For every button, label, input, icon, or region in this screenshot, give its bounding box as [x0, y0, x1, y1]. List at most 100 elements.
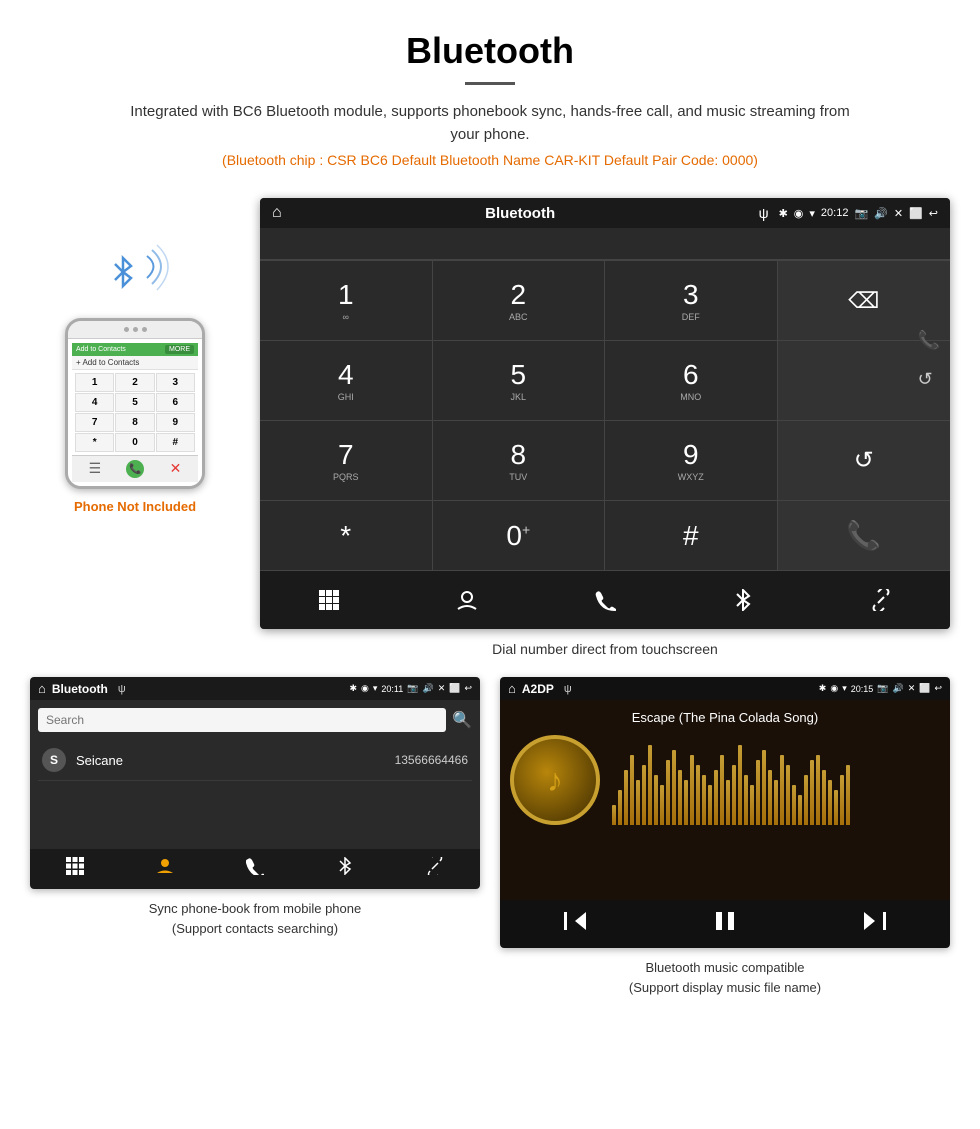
pb-screen-body: 🔍 S Seicane 13566664466 📞 ↺	[30, 700, 480, 849]
phone-bottom-bar: ☰ 📞 ✕	[72, 455, 198, 482]
music-note-icon: ♪	[547, 762, 563, 799]
pb-back-icon: ↩	[464, 683, 472, 694]
music-x-icon: ✕	[908, 683, 916, 694]
dial-grid: 1 ∞ 2 ABC 3 DEF ⌫ 4 GHI	[260, 260, 950, 571]
pb-bt-btn[interactable]	[336, 857, 354, 881]
phonebook-screen-wrapper: ⌂ Bluetooth ψ ✱ ◉ ▾ 20:11 📷 🔊 ✕ ⬜ ↩	[30, 677, 480, 997]
dial-key-call-red[interactable]: 📞	[778, 501, 951, 571]
phone-not-included-label: Phone Not Included	[74, 499, 196, 514]
dial-key-4[interactable]: 4 GHI	[260, 341, 433, 421]
page-header: Bluetooth Integrated with BC6 Bluetooth …	[0, 0, 980, 198]
phone-dialpad: 123 456 789 *0#	[72, 370, 198, 455]
pb-phone-btn[interactable]	[246, 857, 264, 881]
dial-key-refresh[interactable]: ↺	[778, 421, 951, 501]
dial-key-6[interactable]: 6 MNO	[605, 341, 778, 421]
phonebook-screen: ⌂ Bluetooth ψ ✱ ◉ ▾ 20:11 📷 🔊 ✕ ⬜ ↩	[30, 677, 480, 889]
dial-key-backspace[interactable]: ⌫	[778, 261, 951, 341]
dial-caption: Dial number direct from touchscreen	[260, 629, 950, 677]
pb-bottom-bar	[30, 849, 480, 889]
dial-link-button[interactable]	[812, 581, 950, 619]
back-icon: ↩	[929, 207, 938, 220]
dial-time: 20:12	[821, 207, 849, 219]
bluetooth-signal-illustration	[95, 238, 175, 308]
music-status-right: ✱ ◉ ▾ 20:15 📷 🔊 ✕ ⬜ ↩	[819, 683, 942, 694]
refresh-icon: ↺	[854, 446, 874, 475]
wifi-icon: ▾	[809, 207, 815, 220]
window-icon: ⬜	[909, 207, 923, 220]
pb-home-icon: ⌂	[38, 681, 46, 696]
music-play-pause-btn[interactable]	[714, 910, 736, 938]
end-call-icon: 📞	[846, 519, 881, 552]
pb-contacts-btn[interactable]	[156, 857, 174, 881]
music-back-icon: ↩	[934, 683, 942, 694]
dial-status-bar: ⌂ Bluetooth ψ ✱ ◉ ▾ 20:12 📷 🔊 ✕ ⬜ ↩	[260, 198, 950, 228]
dial-bluetooth-button[interactable]	[674, 581, 812, 619]
close-icon: ✕	[894, 207, 903, 220]
camera-icon: 📷	[854, 207, 868, 220]
dial-grid-button[interactable]	[260, 581, 398, 619]
pb-contact-phone: 13566664466	[395, 753, 468, 767]
dial-key-5[interactable]: 5 JKL	[433, 341, 606, 421]
music-body: Escape (The Pina Colada Song) ♪	[500, 700, 950, 900]
pb-vol-icon: 🔊	[422, 683, 433, 694]
music-time: 20:15	[851, 684, 874, 694]
pb-search-row: 🔍	[38, 708, 472, 732]
dial-key-1[interactable]: 1 ∞	[260, 261, 433, 341]
pb-bt-icon: ✱	[349, 683, 357, 694]
music-album-art: ♪	[510, 735, 600, 825]
music-caption: Bluetooth music compatible (Support disp…	[625, 948, 825, 997]
pb-grid-btn[interactable]	[66, 857, 84, 881]
pb-cam-icon: 📷	[407, 683, 418, 694]
music-screen-title: A2DP	[522, 682, 554, 696]
dial-key-star[interactable]: *	[260, 501, 433, 571]
pb-screen-title: Bluetooth	[52, 682, 108, 696]
pb-wifi-icon: ▾	[373, 683, 378, 694]
dial-contacts-button[interactable]	[398, 581, 536, 619]
music-bt-icon: ✱	[819, 683, 827, 694]
dial-number-display	[260, 228, 950, 260]
pb-spacer	[38, 781, 472, 841]
dial-phone-button[interactable]	[536, 581, 674, 619]
header-description: Integrated with BC6 Bluetooth module, su…	[130, 101, 850, 146]
pb-search-input[interactable]	[38, 708, 446, 732]
pb-link-btn[interactable]	[426, 857, 444, 881]
dial-key-3[interactable]: 3 DEF	[605, 261, 778, 341]
music-prev-btn[interactable]	[564, 910, 586, 938]
dial-key-9[interactable]: 9 WXYZ	[605, 421, 778, 501]
music-next-btn[interactable]	[864, 910, 886, 938]
dial-key-8[interactable]: 8 TUV	[433, 421, 606, 501]
dial-key-7[interactable]: 7 PQRS	[260, 421, 433, 501]
pb-caption: Sync phone-book from mobile phone (Suppo…	[145, 889, 365, 938]
music-cam-icon: 📷	[877, 683, 888, 694]
music-screen-wrapper: ⌂ A2DP ψ ✱ ◉ ▾ 20:15 📷 🔊 ✕ ⬜ ↩ Escape (T…	[500, 677, 950, 997]
location-icon: ◉	[794, 207, 804, 220]
music-visualizer	[612, 735, 940, 825]
dial-key-2[interactable]: 2 ABC	[433, 261, 606, 341]
home-icon: ⌂	[272, 204, 282, 222]
phone-top-bar	[68, 321, 202, 339]
pb-win-icon: ⬜	[449, 683, 460, 694]
phone-screen: Add to ContactsMORE + Add to Contacts 12…	[68, 339, 202, 486]
header-specs: (Bluetooth chip : CSR BC6 Default Blueto…	[20, 152, 960, 168]
music-win-icon: ⬜	[919, 683, 930, 694]
header-divider	[465, 82, 515, 85]
music-center: ♪	[510, 735, 940, 825]
music-song-title: Escape (The Pina Colada Song)	[632, 710, 818, 725]
dial-key-hash[interactable]: #	[605, 501, 778, 571]
music-controls-bar	[500, 900, 950, 948]
music-wifi-icon: ▾	[842, 683, 847, 694]
dial-key-0[interactable]: 0+	[433, 501, 606, 571]
music-usb-icon: ψ	[564, 683, 572, 695]
backspace-icon: ⌫	[848, 288, 879, 314]
pb-usb-icon: ψ	[118, 683, 126, 695]
pb-loc-icon: ◉	[361, 683, 369, 694]
phone-mockup: Add to ContactsMORE + Add to Contacts 12…	[65, 318, 205, 489]
bottom-screens: ⌂ Bluetooth ψ ✱ ◉ ▾ 20:11 📷 🔊 ✕ ⬜ ↩	[0, 677, 980, 1027]
pb-status-right: ✱ ◉ ▾ 20:11 📷 🔊 ✕ ⬜ ↩	[349, 683, 472, 694]
phone-contact-bar: + Add to Contacts	[72, 356, 198, 370]
music-vol-icon: 🔊	[892, 683, 903, 694]
pb-time: 20:11	[381, 684, 403, 694]
music-status-bar: ⌂ A2DP ψ ✱ ◉ ▾ 20:15 📷 🔊 ✕ ⬜ ↩	[500, 677, 950, 700]
page-title: Bluetooth	[20, 30, 960, 72]
pb-contact-letter: S	[42, 748, 66, 772]
